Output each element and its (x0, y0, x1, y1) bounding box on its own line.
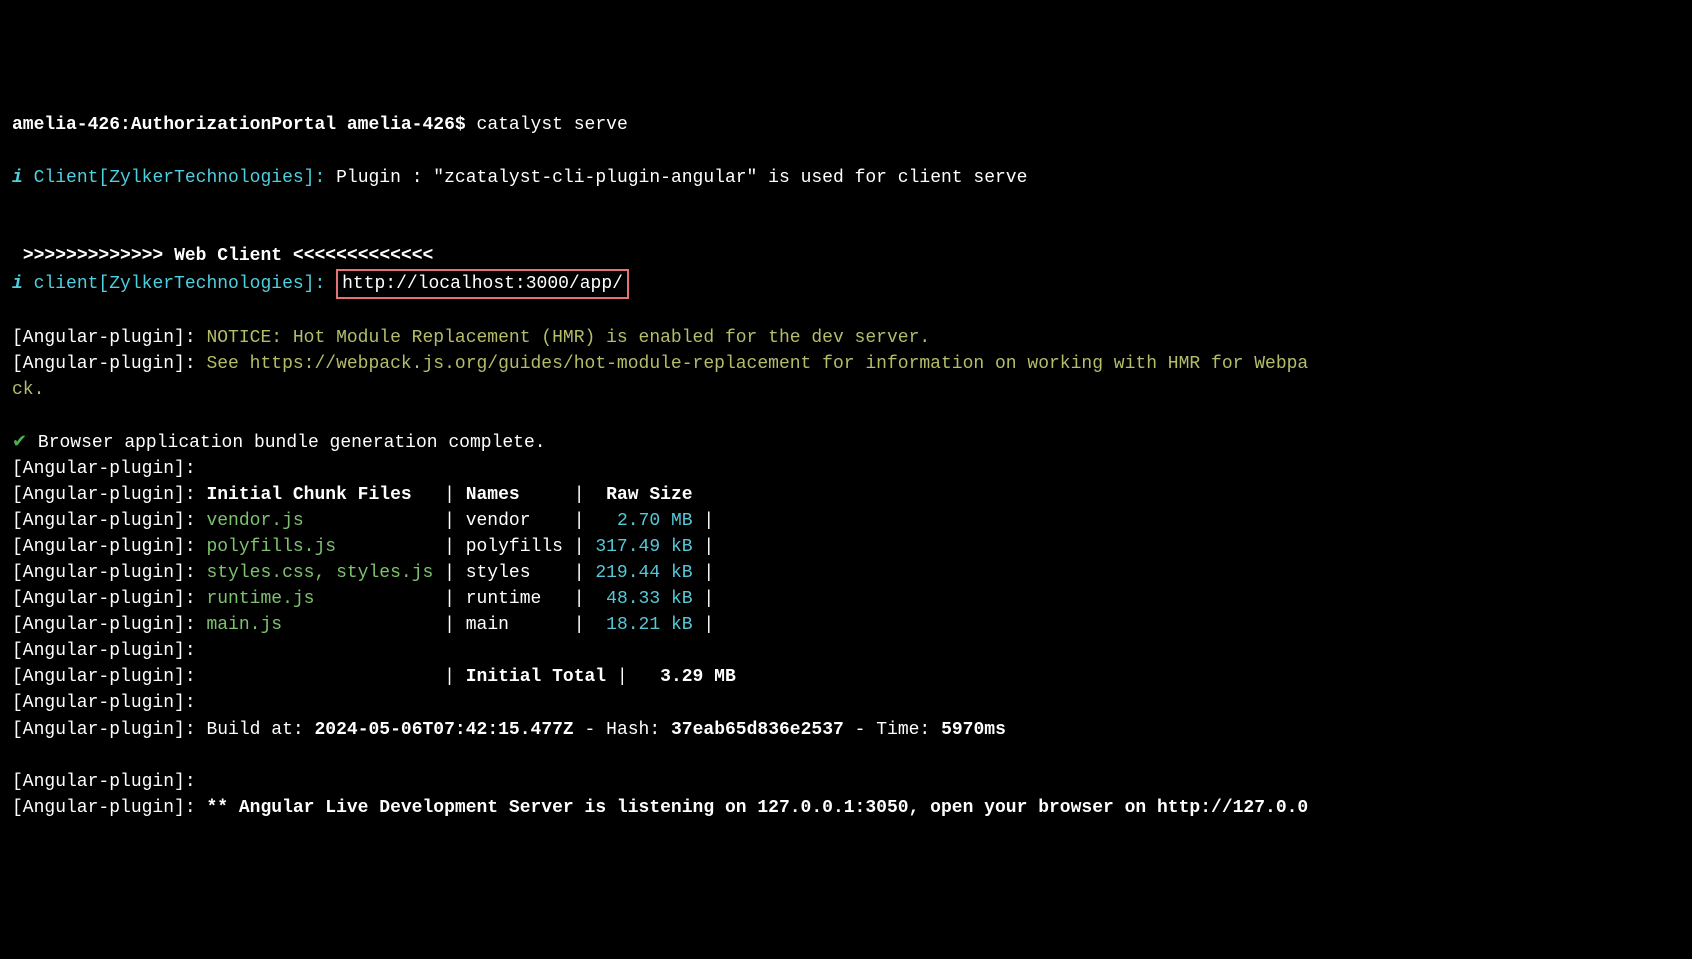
notice-line-2a: See https://webpack.js.org/guides/hot-mo… (206, 354, 1308, 374)
plugin-prefix: [Angular-plugin]: (12, 798, 196, 818)
prompt-host: amelia-426:AuthorizationPortal (12, 115, 336, 135)
chunk-name: vendor (466, 511, 531, 531)
plugin-prefix: [Angular-plugin]: (12, 615, 196, 635)
web-client-header: >>>>>>>>>>>>> Web Client <<<<<<<<<<<<< (23, 246, 434, 266)
chunk-size: 18.21 kB (606, 615, 692, 635)
notice-line-2b: ck. (12, 380, 44, 400)
build-timestamp: 2024-05-06T07:42:15.477Z (314, 720, 573, 740)
build-hash: 37eab65d836e2537 (671, 720, 844, 740)
build-prefix: Build at: (206, 720, 303, 740)
chunk-size: 219.44 kB (595, 563, 692, 583)
chunk-name: styles (466, 563, 531, 583)
prompt-line: amelia-426:AuthorizationPortal amelia-42… (12, 115, 628, 135)
plugin-prefix: [Angular-plugin]: (12, 459, 196, 479)
plugin-prefix: [Angular-plugin]: (12, 772, 196, 792)
plugin-prefix: [Angular-plugin]: (12, 641, 196, 661)
prompt-user: amelia-426$ (347, 115, 466, 135)
chunk-size: 48.33 kB (606, 589, 692, 609)
serve-url-line: i client[ZylkerTechnologies]: http://loc… (12, 274, 629, 294)
terminal-output: amelia-426:AuthorizationPortal amelia-42… (12, 112, 1680, 821)
serve-url: http://localhost:3000/app/ (342, 274, 623, 294)
total-size: 3.29 MB (660, 667, 736, 687)
chunk-size: 2.70 MB (617, 511, 693, 531)
serve-url-highlight[interactable]: http://localhost:3000/app/ (336, 269, 629, 299)
bundle-complete-text: Browser application bundle generation co… (38, 433, 546, 453)
col-names: Names (466, 485, 574, 505)
hash-prefix: - Hash: (585, 720, 661, 740)
build-time: 5970ms (941, 720, 1006, 740)
col-files: Initial Chunk Files (206, 485, 444, 505)
plugin-prefix: [Angular-plugin]: (12, 563, 196, 583)
chunk-name: runtime (466, 589, 542, 609)
chunk-file: vendor.js (206, 511, 303, 531)
plugin-prefix: [Angular-plugin]: (12, 693, 196, 713)
chunk-name: polyfills (466, 537, 563, 557)
col-size: Raw Size (606, 485, 692, 505)
chunk-file: polyfills.js (206, 537, 336, 557)
plugin-prefix: [Angular-plugin]: (12, 511, 196, 531)
chunk-name: main (466, 615, 509, 635)
table-row: [Angular-plugin]: runtime.js | runtime |… (12, 589, 714, 609)
total-label: Initial Total (466, 667, 606, 687)
chunk-file: runtime.js (206, 589, 314, 609)
client-info-line: i Client[ZylkerTechnologies]: Plugin : "… (12, 168, 1027, 188)
table-row: [Angular-plugin]: main.js | main | 18.21… (12, 615, 714, 635)
table-row: [Angular-plugin]: polyfills.js | polyfil… (12, 537, 714, 557)
plugin-prefix: [Angular-plugin]: (12, 354, 196, 374)
table-row: [Angular-plugin]: styles.css, styles.js … (12, 563, 714, 583)
plugin-prefix: [Angular-plugin]: (12, 328, 196, 348)
time-prefix: - Time: (855, 720, 931, 740)
info-icon: i (12, 168, 23, 188)
check-icon: ✔ (12, 433, 27, 453)
client-label: Client[ZylkerTechnologies]: (34, 168, 326, 188)
plugin-prefix: [Angular-plugin]: (12, 589, 196, 609)
plugin-prefix: [Angular-plugin]: (12, 720, 196, 740)
table-row: [Angular-plugin]: vendor.js | vendor | 2… (12, 511, 714, 531)
notice-line-1: NOTICE: Hot Module Replacement (HMR) is … (206, 328, 930, 348)
chunk-file: main.js (206, 615, 282, 635)
client-label: client[ZylkerTechnologies]: (34, 274, 326, 294)
info-icon: i (12, 274, 23, 294)
plugin-prefix: [Angular-plugin]: (12, 667, 196, 687)
client-text: Plugin : "zcatalyst-cli-plugin-angular" … (336, 168, 1027, 188)
chunk-file: styles.css, styles.js (206, 563, 433, 583)
chunk-size: 317.49 kB (595, 537, 692, 557)
plugin-prefix: [Angular-plugin]: (12, 537, 196, 557)
plugin-prefix: [Angular-plugin]: (12, 485, 196, 505)
live-server-text: ** Angular Live Development Server is li… (206, 798, 1308, 818)
prompt-command: catalyst serve (477, 115, 628, 135)
